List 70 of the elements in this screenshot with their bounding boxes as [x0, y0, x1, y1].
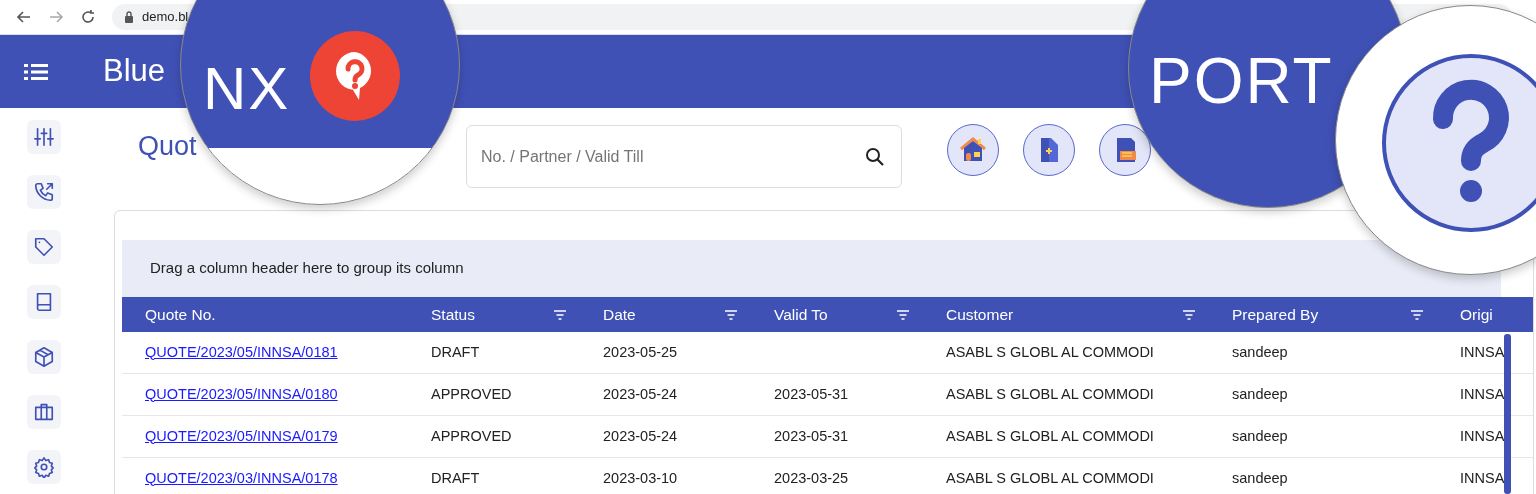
briefcase-icon [33, 401, 55, 423]
table-cell: 2023-05-24 [603, 385, 678, 402]
box-icon [33, 346, 55, 368]
column-header[interactable]: Prepared By [1232, 302, 1319, 327]
round-icon-button[interactable] [1023, 124, 1075, 176]
filter-icon[interactable] [897, 309, 909, 320]
table-cell: APPROVED [431, 385, 512, 402]
table-cell: INNSA [1460, 469, 1505, 486]
gear-icon [33, 456, 55, 478]
lock-icon [124, 11, 134, 23]
table-cell: 2023-05-25 [603, 343, 678, 360]
search-icon [865, 146, 885, 167]
logo-text: PORT [1149, 44, 1334, 119]
table-cell: ASABL S GLOBL AL COMMODI [946, 385, 1154, 402]
app-title: Blue [103, 52, 166, 91]
sidebar-button[interactable] [27, 285, 61, 319]
table-cell: 2023-03-10 [603, 469, 678, 486]
column-header[interactable]: Valid To [774, 302, 828, 327]
table-cell: DRAFT [431, 469, 480, 486]
filter-icon[interactable] [1411, 309, 1423, 320]
table-cell: ASABL S GLOBL AL COMMODI [946, 469, 1154, 486]
table-cell: 2023-05-31 [774, 385, 849, 402]
quote-link[interactable]: QUOTE/2023/03/INNSA/0178 [145, 469, 338, 486]
table-cell: ASABL S GLOBL AL COMMODI [946, 427, 1154, 444]
sidebar-button[interactable] [27, 450, 61, 484]
back-arrow-icon[interactable] [16, 9, 32, 25]
table-cell: DRAFT [431, 343, 480, 360]
column-header[interactable]: Customer [946, 302, 1014, 327]
table-cell: sandeep [1232, 469, 1288, 486]
round-icon-button[interactable] [947, 124, 999, 176]
table-cell: 2023-03-25 [774, 469, 849, 486]
group-panel: Drag a column header here to group its column [122, 240, 1501, 297]
column-header[interactable]: Origi [1460, 302, 1493, 327]
table-cell: sandeep [1232, 343, 1288, 360]
table-cell: INNSA [1460, 343, 1505, 360]
table-cell: sandeep [1232, 427, 1288, 444]
tag-icon [33, 236, 55, 258]
round-icon-button[interactable] [1099, 124, 1151, 176]
menu-icon[interactable] [24, 62, 48, 81]
reload-icon[interactable] [80, 9, 96, 25]
search-box[interactable]: No. / Partner / Valid Till [466, 125, 902, 188]
column-header[interactable]: Quote No. [145, 302, 216, 327]
phone-icon [33, 181, 55, 203]
table-cell: APPROVED [431, 427, 512, 444]
table-cell: INNSA [1460, 385, 1505, 402]
sidebar-button[interactable] [27, 120, 61, 154]
filter-icon[interactable] [554, 309, 566, 320]
quote-link[interactable]: QUOTE/2023/05/INNSA/0180 [145, 385, 338, 402]
page-title: Quot [138, 130, 198, 163]
column-header[interactable]: Status [431, 302, 475, 327]
sliders-icon [33, 126, 55, 148]
table-cell: sandeep [1232, 385, 1288, 402]
filter-icon[interactable] [1183, 309, 1195, 320]
quote-link[interactable]: QUOTE/2023/05/INNSA/0181 [145, 343, 338, 360]
table-cell: 2023-05-24 [603, 427, 678, 444]
question-icon[interactable] [1381, 53, 1536, 233]
logo-text: NX [203, 54, 291, 124]
help-bubble-icon [309, 30, 401, 122]
quote-link[interactable]: QUOTE/2023/05/INNSA/0179 [145, 427, 338, 444]
sidebar-button[interactable] [27, 230, 61, 264]
table-cell: ASABL S GLOBL AL COMMODI [946, 343, 1154, 360]
sidebar-button[interactable] [27, 175, 61, 209]
sidebar-button[interactable] [27, 340, 61, 374]
table-cell: INNSA [1460, 427, 1505, 444]
sidebar-button[interactable] [27, 395, 61, 429]
url-text: demo.bl [142, 8, 189, 27]
table-cell: 2023-05-31 [774, 427, 849, 444]
scrollbar[interactable] [1504, 334, 1511, 494]
filter-icon[interactable] [725, 309, 737, 320]
column-header[interactable]: Date [603, 302, 636, 327]
